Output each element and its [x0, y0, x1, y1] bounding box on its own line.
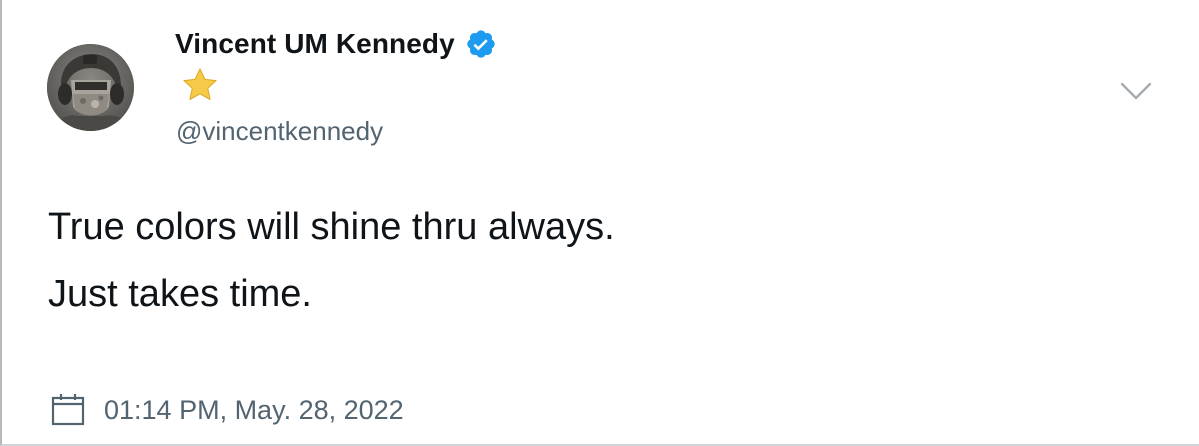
avatar[interactable]	[47, 44, 134, 131]
tweet-text-line: True colors will shine thru always.	[48, 206, 615, 248]
timestamp[interactable]: 01:14 PM, May. 28, 2022	[104, 395, 404, 426]
tweet-text-line: Just takes time.	[48, 273, 312, 315]
display-name-row: Vincent UM Kennedy	[175, 26, 497, 62]
verified-badge-icon	[465, 28, 497, 60]
tweet-card: Vincent UM Kennedy @vincentkennedy True …	[0, 0, 1199, 446]
user-handle[interactable]: @vincentkennedy	[176, 116, 383, 147]
calendar-icon	[50, 392, 86, 428]
timestamp-row: 01:14 PM, May. 28, 2022	[50, 388, 404, 432]
display-name[interactable]: Vincent UM Kennedy	[175, 28, 455, 60]
tweet-text: True colors will shine thru always. Just…	[48, 194, 1098, 328]
avatar-photo	[47, 44, 134, 131]
star-emoji	[181, 66, 219, 104]
chevron-down-icon[interactable]	[1116, 76, 1156, 106]
